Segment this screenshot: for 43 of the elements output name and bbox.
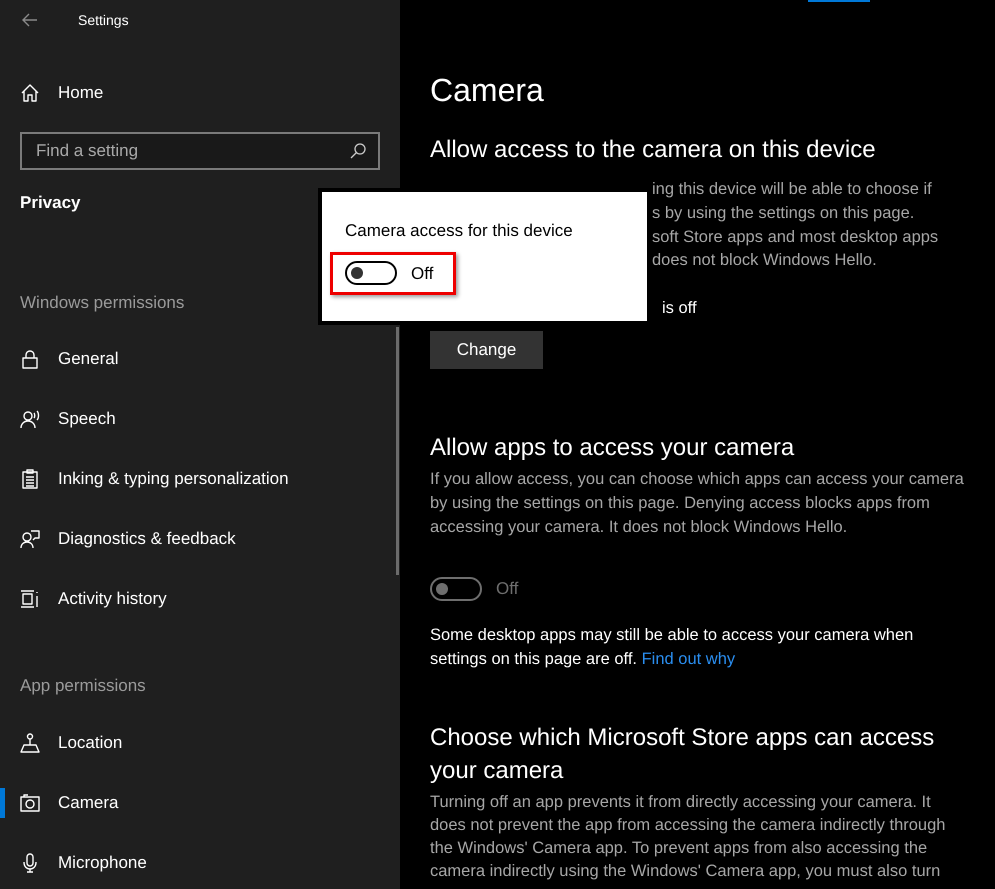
- toggle-label: Off: [496, 578, 518, 600]
- status-text: is off: [662, 298, 698, 320]
- sidebar-item[interactable]: Microphone: [0, 832, 153, 889]
- description-text: If you allow access, you can choose which apps can access your camera by using the settings on this page. Denying access blocks apps from accessing your camera. It does not block Windows Hello.: [430, 468, 965, 538]
- search-icon: [348, 141, 368, 161]
- activity-icon: [20, 589, 40, 609]
- tab-indicator: [808, 0, 870, 2]
- section-heading: Allow access to the camera on this device: [430, 135, 877, 165]
- clipboard-icon: [20, 469, 40, 489]
- home-link[interactable]: Home: [0, 72, 110, 114]
- sidebar-item[interactable]: Inking & typing personalization: [0, 449, 295, 509]
- callout-label: Camera access for this device: [345, 220, 574, 242]
- description-text: does not block Windows Hello.: [652, 250, 878, 272]
- description-text: Turning off an app prevents it from directly accessing your camera. It does not prevent the app from accessing the camera indirectly through the Windows' Camera app. To prevent apps from also accessing the camera indirectly using the Windows' Camera app, you must also turn: [430, 792, 946, 882]
- person-feedback-icon: [20, 529, 40, 549]
- location-icon: [20, 732, 40, 752]
- camera-icon: [20, 792, 40, 812]
- find-out-why-link[interactable]: Find out why: [642, 650, 736, 668]
- speech-icon: [20, 409, 40, 429]
- section-heading: Allow apps to access your camera: [430, 432, 796, 463]
- section-title: Privacy: [20, 192, 80, 214]
- note-text: Some desktop apps may still be able to access your camera when settings on this page are off. Find out why: [430, 624, 914, 670]
- home-icon: [20, 83, 40, 103]
- sidebar-item[interactable]: Activity history: [0, 569, 173, 629]
- sidebar-item[interactable]: Speech: [0, 389, 122, 449]
- description-text: s by using the settings on this page.: [652, 202, 916, 224]
- description-text: ing this device will be able to choose if: [652, 179, 933, 200]
- sidebar-item[interactable]: Location: [0, 712, 128, 772]
- selection-indicator: [0, 788, 5, 818]
- sidebar-item[interactable]: General: [0, 329, 124, 389]
- section-heading: Choose which Microsoft Store apps can access your camera: [430, 722, 936, 786]
- description-text: soft Store apps and most desktop apps: [652, 226, 940, 248]
- lock-icon: [20, 349, 40, 369]
- change-button[interactable]: Change: [430, 330, 543, 369]
- sidebar-item[interactable]: Camera: [0, 772, 124, 832]
- group-heading: App permissions: [20, 675, 146, 697]
- group-heading: Windows permissions: [20, 292, 184, 314]
- sidebar-item[interactable]: Diagnostics & feedback: [0, 509, 242, 569]
- toggle-label: Off: [411, 262, 434, 284]
- page-title: Camera: [430, 71, 545, 110]
- toggle-switch[interactable]: [345, 261, 397, 286]
- search-field[interactable]: Find a setting: [20, 132, 380, 170]
- window-title: Settings: [78, 10, 129, 30]
